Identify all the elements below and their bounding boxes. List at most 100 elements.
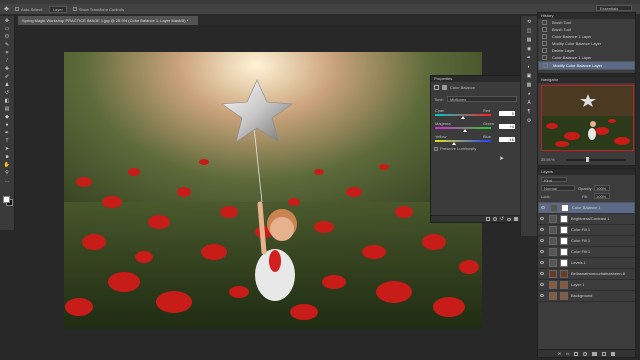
layer-filter-dropdown[interactable]: Kind [541, 177, 567, 183]
view-previous-icon[interactable] [492, 217, 497, 221]
layer-mask-thumbnail[interactable] [560, 248, 568, 256]
color-slider-track[interactable] [435, 114, 491, 119]
crop-tool-icon[interactable]: ⌗ [3, 50, 11, 56]
foreground-color-swatch[interactable] [3, 196, 10, 203]
layer-row[interactable]: Bellasnatmoncurltathasbeen-8 [538, 269, 635, 280]
add-mask-icon[interactable] [574, 351, 579, 356]
history-item[interactable]: Modify Color Balance Layer [538, 61, 635, 70]
clip-to-layer-icon[interactable] [485, 217, 490, 221]
character-panel-icon[interactable]: A [525, 100, 533, 106]
zoom-tool-icon[interactable]: ⚲ [3, 170, 11, 176]
layer-row[interactable]: Background [538, 291, 635, 302]
marquee-tool-icon[interactable]: ▭ [3, 26, 11, 32]
eye-icon[interactable] [540, 294, 544, 297]
visibility-icon[interactable] [507, 217, 511, 221]
eraser-tool-icon[interactable]: ◧ [3, 98, 11, 104]
layer-row[interactable]: Layer 1 [538, 280, 635, 291]
styles-panel-icon[interactable]: ▣ [525, 73, 533, 79]
layer-mask-thumbnail[interactable] [560, 270, 568, 278]
layer-row[interactable]: Color Fill 1 [538, 247, 635, 258]
eye-icon[interactable] [540, 283, 544, 286]
layer-mask-thumbnail[interactable] [560, 215, 568, 223]
eye-icon[interactable] [540, 261, 544, 264]
layers-tab[interactable]: Layers [538, 169, 635, 175]
show-transform-checkbox[interactable]: Show Transform Controls [72, 7, 124, 12]
preserve-luminosity-checkbox[interactable]: Preserve Luminosity [434, 146, 476, 151]
new-adjustment-icon[interactable] [583, 351, 588, 356]
hand-tool-icon[interactable]: ✋ [3, 162, 11, 168]
auto-select-checkbox[interactable]: Auto-Select: [15, 7, 43, 12]
new-group-icon[interactable] [592, 351, 598, 356]
path-select-icon[interactable]: ➤ [3, 146, 11, 152]
slider-value-field[interactable]: -16 [499, 137, 515, 142]
layer-mask-thumbnail[interactable] [560, 292, 568, 300]
history-item[interactable]: Brush Tool [538, 26, 635, 33]
mask-icon[interactable] [442, 85, 447, 90]
fill-field[interactable]: 100% [594, 193, 610, 199]
new-layer-icon[interactable] [602, 351, 607, 356]
tone-dropdown[interactable]: Midtones [447, 96, 517, 102]
pen-tool-icon[interactable]: ✒ [3, 130, 11, 136]
slider-value-field[interactable]: +4 [499, 124, 515, 129]
color-panel-icon[interactable]: ◕ [525, 91, 533, 97]
link-layers-icon[interactable]: ∞ [558, 351, 562, 357]
history-item[interactable]: Color Balance 1 Layer [538, 54, 635, 61]
move-tool-icon[interactable]: ✥ [3, 18, 11, 24]
paths-panel-icon[interactable]: ✒ [525, 55, 533, 61]
properties-panel-icon[interactable]: ⚙ [525, 118, 533, 124]
swatches-panel-icon[interactable]: ▩ [525, 82, 533, 88]
lasso-tool-icon[interactable]: ʘ [3, 34, 11, 40]
edit-toolbar-icon[interactable]: … [3, 178, 11, 184]
clone-stamp-icon[interactable]: ♟ [3, 82, 11, 88]
history-item[interactable]: Delete Layer [538, 47, 635, 54]
workspace-dropdown[interactable]: Essentials [596, 5, 632, 11]
eye-icon[interactable] [540, 239, 544, 242]
blur-tool-icon[interactable]: ◆ [3, 114, 11, 120]
zoom-slider-knob[interactable] [586, 157, 589, 162]
auto-select-dropdown[interactable]: Layer [48, 5, 67, 13]
brush-tool-icon[interactable]: ✐ [3, 74, 11, 80]
shape-tool-icon[interactable]: ■ [3, 154, 11, 160]
slider-knob[interactable] [463, 129, 468, 132]
reset-icon[interactable]: ↺ [500, 216, 504, 222]
eye-icon[interactable] [540, 217, 544, 220]
dodge-tool-icon[interactable]: ● [3, 122, 11, 128]
color-slider-track[interactable] [435, 140, 491, 145]
slider-knob[interactable] [461, 116, 465, 119]
history-brush-icon[interactable]: ↺ [3, 90, 11, 96]
eye-icon[interactable] [541, 206, 545, 209]
adjustments-panel-icon[interactable]: ◐ [525, 64, 533, 70]
eye-icon[interactable] [540, 228, 544, 231]
layer-row[interactable]: Levels 1 [538, 258, 635, 269]
paragraph-panel-icon[interactable]: ¶ [525, 109, 533, 115]
quick-select-tool-icon[interactable]: ✎ [3, 42, 11, 48]
navigator-zoom-slider[interactable] [566, 157, 626, 162]
gradient-tool-icon[interactable]: ▤ [3, 106, 11, 112]
layer-row[interactable]: Color Balance 1 [538, 202, 635, 214]
layer-mask-thumbnail[interactable] [560, 237, 568, 245]
navigator-tab[interactable]: Navigator [538, 77, 635, 83]
color-slider-track[interactable] [435, 127, 491, 132]
layer-style-icon[interactable]: fx [566, 351, 569, 356]
eyedropper-tool-icon[interactable]: ⁄ [3, 58, 11, 64]
eye-icon[interactable] [540, 272, 544, 275]
properties-tab[interactable]: Properties [431, 76, 521, 82]
layer-row[interactable]: Color Fill 1 [538, 225, 635, 236]
navigator-zoom-value[interactable]: 25.91% [541, 157, 555, 162]
history-item[interactable]: Modify Color Balance Layer [538, 40, 635, 47]
layer-mask-thumbnail[interactable] [560, 226, 568, 234]
layer-mask-thumbnail[interactable] [560, 281, 568, 289]
channels-panel-icon[interactable]: ◉ [525, 46, 533, 52]
layer-mask-thumbnail[interactable] [561, 204, 569, 212]
navigator-panel-icon[interactable]: ◫ [525, 28, 533, 34]
history-panel-icon[interactable]: ⟲ [525, 19, 533, 25]
layer-row[interactable]: Color Fill 1 [538, 236, 635, 247]
trash-icon[interactable] [514, 217, 518, 221]
opacity-field[interactable]: 100% [594, 185, 610, 191]
document-tab[interactable]: Spring Magic Workshop PRACTICE IMAGE 1.j… [18, 16, 198, 25]
healing-brush-icon[interactable]: ✚ [3, 66, 11, 72]
slider-value-field[interactable]: 0 [499, 111, 515, 116]
layer-row[interactable]: Brightness/Contrast 1 [538, 214, 635, 225]
history-item[interactable]: Color Balance 1 Layer [538, 33, 635, 40]
eye-icon[interactable] [540, 250, 544, 253]
